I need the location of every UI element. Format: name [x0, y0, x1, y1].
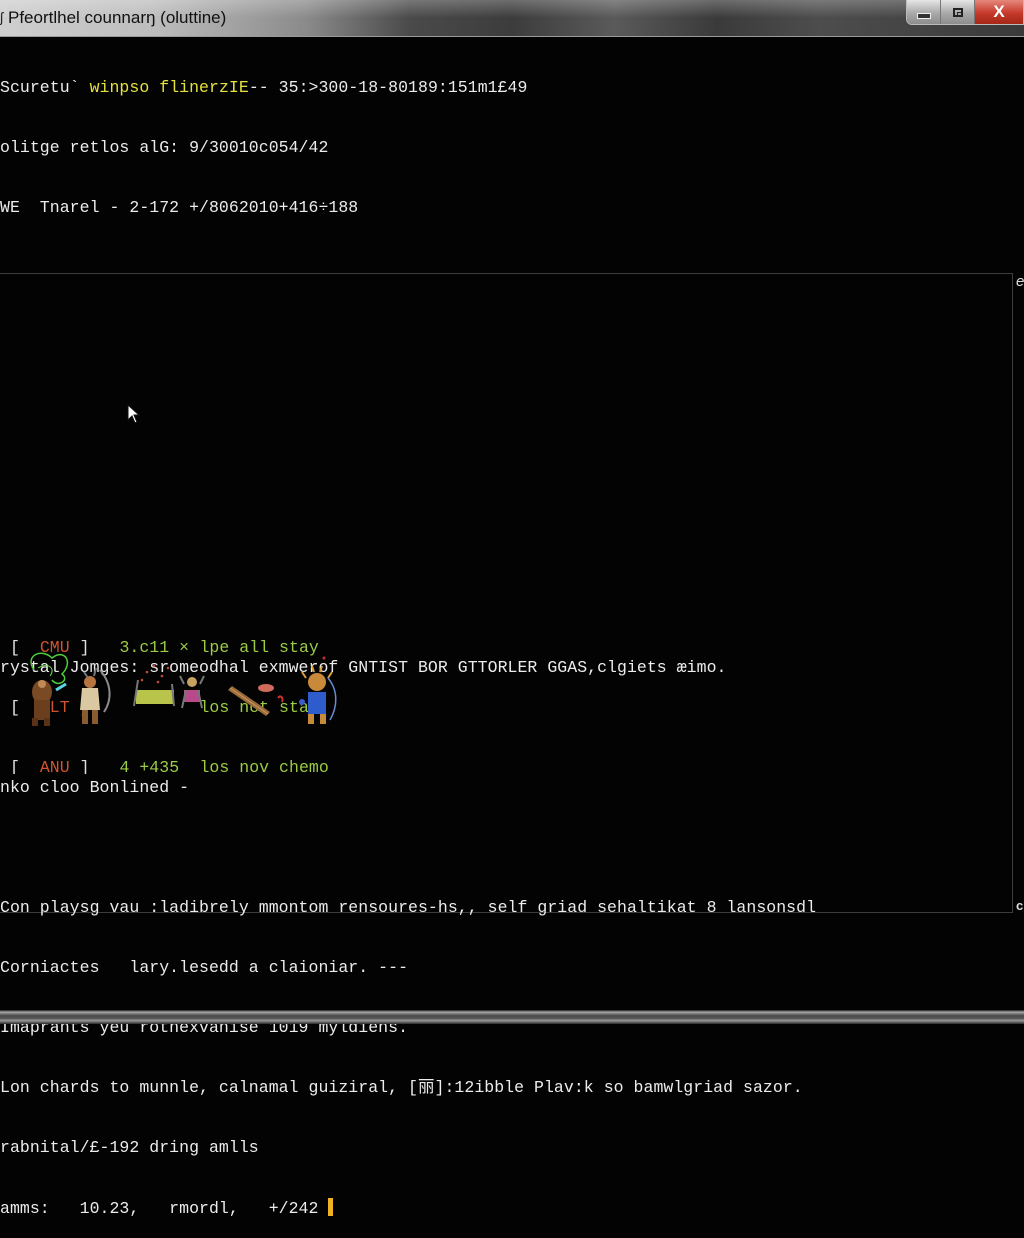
command-prompt[interactable]: amms: 10.23, rmordl, +/242 [0, 1198, 1024, 1218]
header-line-3: WE Tnarel - 2-172 +/8062010+416÷188 [0, 198, 359, 217]
vine-mage-sprite [30, 652, 69, 726]
footer-line: Lon chards to munnle, calnamal guiziral,… [0, 1078, 803, 1097]
footer-line: Con playsg vau :ladibrely mmontom rensou… [0, 898, 817, 917]
app-icon: ʃ [0, 9, 4, 25]
empty-region [0, 274, 1012, 622]
minimize-button[interactable] [907, 0, 941, 24]
footer-line: rabnital/£-192 dring amlls [0, 1138, 259, 1157]
sprite-strip [30, 652, 337, 726]
header-highlight: winpso flinerzIE [89, 78, 249, 97]
prompt-text: amms: 10.23, rmordl, +/242 [0, 1199, 329, 1218]
text-caret [328, 1198, 334, 1216]
dancer-sprite [179, 675, 205, 709]
close-button[interactable]: X [975, 0, 1023, 24]
header-prefix: Scuretu` [0, 78, 90, 97]
maximize-button[interactable] [941, 0, 975, 24]
header-line-2: olitge retlos alG: 9/30010c054/42 [0, 138, 329, 157]
restore-icon [952, 7, 963, 17]
archer-sprite [80, 667, 111, 724]
bed-crate-sprite [133, 664, 175, 707]
window-controls: X [906, 0, 1024, 25]
blue-robed-hero-sprite [299, 656, 337, 724]
header-line-1: Scuretu` winpso flinerzIE-- 35:>300-18-8… [0, 78, 1024, 98]
footer-line: Corniactes lary.lesedd a claioniar. --- [0, 958, 409, 977]
title-bar[interactable]: ʃ Pfeortlhel counnarŋ (oluttine) X [0, 0, 1024, 37]
sprite-caption: nko cloo Bonlined - [0, 778, 190, 797]
console-output-footer[interactable]: nko cloo Bonlined - Con playsg vau :ladi… [0, 738, 1024, 1238]
meat-sprite [258, 684, 284, 703]
window-title: Pfeortlhel counnarŋ (oluttine) [8, 8, 227, 27]
panel-marker-top: e [1016, 273, 1024, 290]
header-timestamp: -- 35:>300-18-80189:151m1£49 [248, 78, 528, 97]
window-bottom-border [0, 1010, 1024, 1024]
close-icon: X [993, 2, 1005, 21]
minimize-icon [916, 13, 931, 19]
